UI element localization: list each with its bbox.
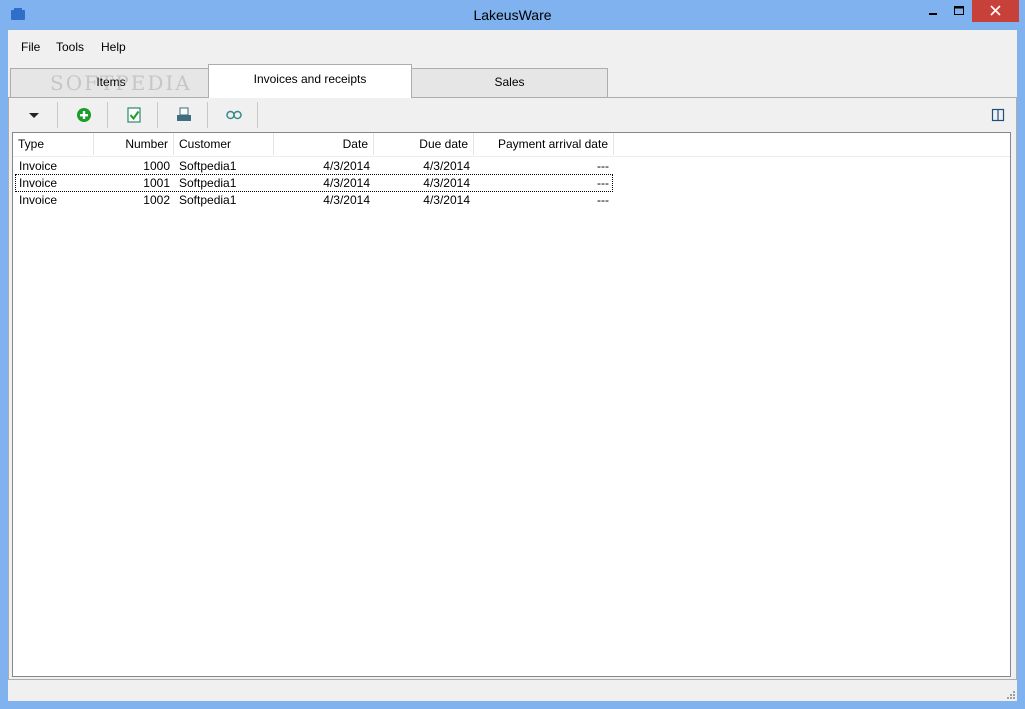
cell-due-date: 4/3/2014 — [423, 159, 470, 173]
minimize-icon — [929, 13, 937, 15]
maximize-icon — [954, 6, 964, 15]
resize-grip-icon[interactable] — [1005, 689, 1015, 699]
table-row[interactable]: Invoice 1001 Softpedia1 4/3/2014 4/3/201… — [15, 174, 613, 192]
menu-file[interactable]: File — [21, 40, 40, 54]
toolbar — [9, 100, 1016, 130]
accept-document-icon — [127, 107, 141, 123]
split-panel-icon — [991, 108, 1005, 122]
cell-date: 4/3/2014 — [323, 176, 370, 190]
cell-type: Invoice — [19, 193, 58, 207]
cell-number: 1001 — [143, 176, 170, 190]
tab-invoices-label: Invoices and receipts — [253, 72, 367, 86]
cell-payment-arrival-date: --- — [597, 193, 609, 207]
column-header-date[interactable]: Date — [274, 133, 374, 155]
table-row[interactable]: Invoice 1000 Softpedia1 4/3/2014 4/3/201… — [15, 158, 613, 174]
maximize-button[interactable] — [946, 0, 972, 22]
view-icon — [226, 110, 242, 120]
column-header-due-date[interactable]: Due date — [374, 133, 474, 155]
menu-bar: File Tools Help — [8, 36, 1017, 58]
title-bar[interactable]: LakeusWare — [0, 0, 1025, 30]
filter-dropdown-button[interactable] — [19, 102, 49, 128]
tab-sales-label: Sales — [494, 75, 525, 89]
close-button[interactable] — [972, 0, 1019, 22]
minimize-button[interactable] — [920, 0, 946, 22]
cell-date: 4/3/2014 — [323, 193, 370, 207]
cell-payment-arrival-date: --- — [597, 176, 609, 190]
tab-sales[interactable]: Sales — [411, 68, 608, 97]
cell-date: 4/3/2014 — [323, 159, 370, 173]
toolbar-separator — [207, 102, 208, 128]
toolbar-separator — [57, 102, 58, 128]
column-header-customer[interactable]: Customer — [174, 133, 274, 155]
cell-customer: Softpedia1 — [179, 159, 237, 173]
toolbar-separator — [157, 102, 158, 128]
accept-document-button[interactable] — [119, 102, 149, 128]
column-header-payment-arrival-date[interactable]: Payment arrival date — [474, 133, 614, 155]
print-button[interactable] — [169, 102, 199, 128]
close-icon — [990, 5, 1001, 16]
cell-due-date: 4/3/2014 — [423, 193, 470, 207]
client-area: File Tools Help Items Invoices and recei… — [8, 30, 1017, 701]
cell-type: Invoice — [19, 159, 58, 173]
toolbar-separator — [257, 102, 258, 128]
window-title: LakeusWare — [473, 7, 552, 23]
tab-invoices-and-receipts[interactable]: Invoices and receipts — [208, 64, 412, 98]
invoices-list[interactable]: Type Number Customer Date Due date Payme… — [12, 132, 1011, 677]
cell-number: 1002 — [143, 193, 170, 207]
app-window: LakeusWare File Tools Help Items Invoice… — [0, 0, 1025, 709]
split-panel-button[interactable] — [983, 102, 1013, 128]
add-icon — [77, 108, 91, 122]
column-header-row: Type Number Customer Date Due date Payme… — [13, 133, 1010, 157]
status-bar — [8, 682, 1017, 701]
column-header-type[interactable]: Type — [13, 133, 94, 155]
cell-customer: Softpedia1 — [179, 193, 237, 207]
add-button[interactable] — [69, 102, 99, 128]
cell-type: Invoice — [19, 176, 58, 190]
view-button[interactable] — [219, 102, 249, 128]
cell-due-date: 4/3/2014 — [423, 176, 470, 190]
menu-help[interactable]: Help — [101, 40, 126, 54]
toolbar-separator — [107, 102, 108, 128]
column-header-number[interactable]: Number — [94, 133, 174, 155]
softpedia-watermark: SOFTPEDIA — [50, 71, 192, 95]
dropdown-arrow-icon — [29, 113, 39, 118]
cell-number: 1000 — [143, 159, 170, 173]
print-icon — [177, 107, 191, 121]
invoices-panel: Type Number Customer Date Due date Payme… — [8, 97, 1017, 680]
menu-tools[interactable]: Tools — [56, 40, 84, 54]
cell-customer: Softpedia1 — [179, 176, 237, 190]
table-row[interactable]: Invoice 1002 Softpedia1 4/3/2014 4/3/201… — [15, 192, 613, 208]
cell-payment-arrival-date: --- — [597, 159, 609, 173]
